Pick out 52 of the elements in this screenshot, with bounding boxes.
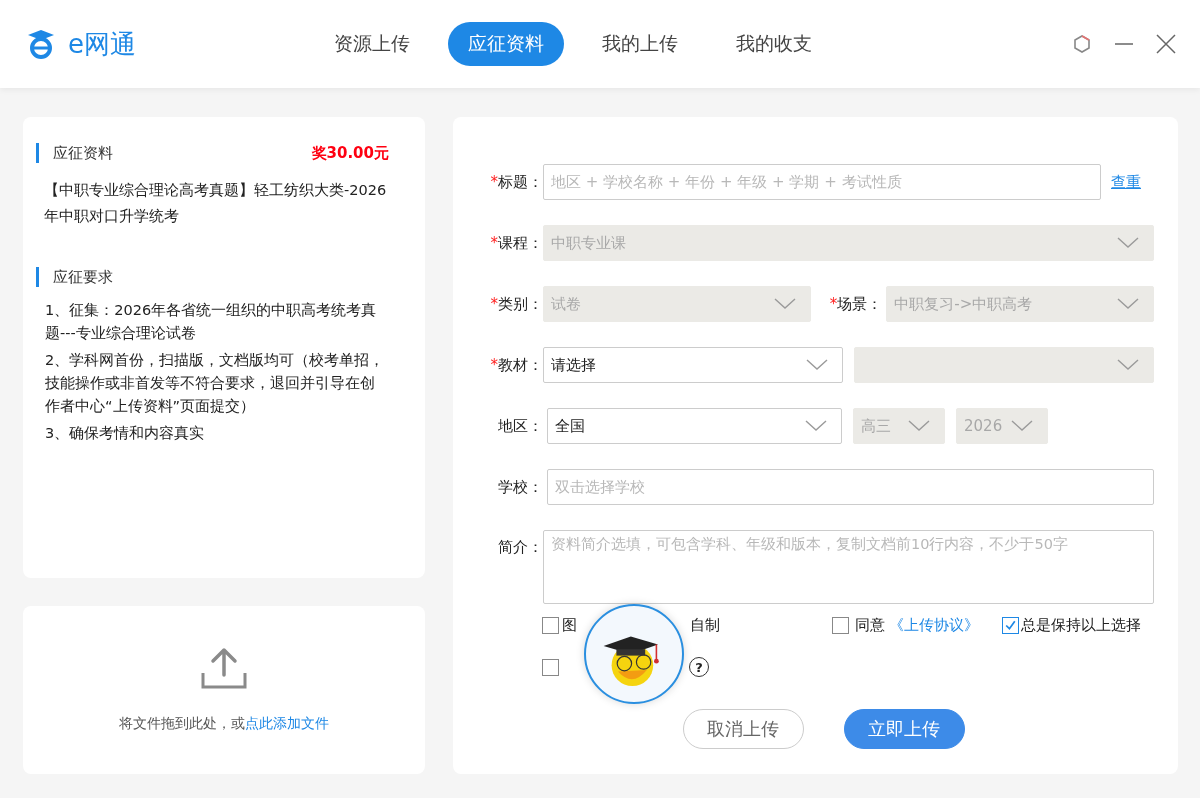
upload-icon [201,647,247,689]
duplicate-check-link[interactable]: 查重 [1111,172,1154,192]
requirement-text: 3、确保考情和内容真实 [45,424,206,443]
request-title: 【中职专业综合理论高考真题】轻工纺织大类-2026年中职对口升学统考 [44,181,388,226]
agreement-link[interactable]: 《上传协议》 [889,615,979,635]
field-label: 简介： [497,537,543,557]
reward-amount: 奖30.00元 [311,143,389,163]
nav-tab[interactable]: 资源上传 [314,22,430,66]
checkbox-label: 图 [562,615,577,635]
chevron-down-icon [805,420,827,432]
checkbox[interactable] [1002,616,1019,634]
nav-tab[interactable]: 应征资料 [448,22,564,66]
field-label: *场景： [829,294,883,314]
field-label: *标题： [489,172,543,192]
field-label: *类别： [489,294,543,314]
chevron-down-icon [908,420,930,432]
upload-button[interactable]: 立即上传 [843,709,965,749]
hexagon-icon[interactable] [1072,34,1092,54]
checkbox[interactable] [832,616,849,634]
app-name: e网通 [68,27,136,61]
close-icon[interactable] [1156,34,1176,54]
chevron-down-icon [1117,298,1139,310]
checkbox-label: 同意 [855,615,885,635]
dropdown[interactable]: 请选择 [543,347,843,383]
requirement-text: 1、征集：2026年各省统一组织的中职高考统考真题---专业综合理论试卷 [45,301,378,343]
section-title: 应征要求 [53,267,113,287]
dropdown[interactable]: 全国 [547,408,842,444]
upload-dropzone[interactable]: 将文件拖到此处，或点此添加文件 [23,606,425,774]
field-label: 学校： [497,477,543,497]
text-field[interactable]: 地区 + 学校名称 + 年份 + 年级 + 学期 + 考试性质 [543,164,1101,200]
assistant-button[interactable] [584,604,684,704]
text-field[interactable]: 双击选择学校 [547,469,1154,505]
add-file-link[interactable]: 点此添加文件 [245,715,329,731]
checkbox-label: 自制 [690,615,720,635]
chevron-down-icon [806,359,828,371]
chevron-down-icon [1011,420,1033,432]
requirement-text: 2、学科网首份，扫描版，文档版均可（校考单招，技能操作或非首发等不符合要求，退回并引导在创作者中心“上传资料”页面提交） [45,351,385,416]
field-label: *课程： [489,233,543,253]
chevron-down-icon [1117,359,1139,371]
chevron-down-icon [773,298,796,310]
field-label: *教材： [489,355,543,375]
section-title: 应征资料 [53,143,113,163]
checkbox-label: 总是保持以上选择 [1021,615,1141,635]
upload-hint: 将文件拖到此处，或 [119,715,245,731]
field-label: 地区： [497,416,543,436]
cancel-button[interactable]: 取消上传 [682,709,804,749]
checkbox[interactable] [542,658,559,676]
chevron-down-icon [1117,237,1139,249]
checkbox[interactable] [542,616,559,634]
nav-tab[interactable]: 我的收支 [716,22,832,66]
description-field[interactable]: 资料简介选填，可包含学科、年级和版本，复制文档前10行内容，不少于50字 [543,530,1154,604]
nav-tab[interactable]: 我的上传 [582,22,698,66]
